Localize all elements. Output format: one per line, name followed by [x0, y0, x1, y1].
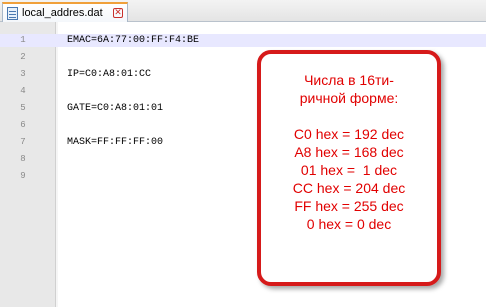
hex-conversion-callout: Числа в 16ти- ричной форме: C0 hex = 192…: [257, 50, 441, 286]
conversion-row: C0 hex = 192 dec: [293, 126, 405, 142]
tab-bar: local_addres.dat ✕: [0, 0, 486, 22]
line-number: 3: [20, 69, 26, 79]
conversion-row: FF hex = 255 dec: [294, 198, 404, 214]
callout-title-line-2: ричной форме:: [299, 90, 399, 106]
line-number: 4: [20, 86, 26, 96]
conversion-row: 0 hex = 0 dec: [306, 216, 392, 232]
tab-local-addres[interactable]: local_addres.dat ✕: [2, 2, 128, 22]
line-number: 5: [20, 103, 26, 113]
conversion-row: 01 hex = 1 dec: [300, 162, 398, 178]
line-number: 8: [20, 154, 26, 164]
tab-label: local_addres.dat: [22, 7, 103, 19]
callout-spacer: [261, 107, 437, 125]
close-icon[interactable]: ✕: [113, 8, 123, 18]
conversion-row: CC hex = 204 dec: [292, 180, 406, 196]
callout-title-line-1: Числа в 16ти-: [304, 72, 394, 88]
line-text: GATE=C0:A8:01:01: [67, 103, 164, 114]
line-text: MASK=FF:FF:FF:00: [67, 137, 164, 148]
line-text: IP=C0:A8:01:CC: [67, 69, 152, 80]
line-text: EMAC=6A:77:00:FF:F4:BE: [67, 35, 200, 46]
conversion-row: A8 hex = 168 dec: [294, 144, 404, 160]
line-number: 2: [20, 52, 26, 62]
line-number: 1: [20, 35, 26, 45]
line-number: 7: [20, 137, 26, 147]
line-number: 9: [20, 171, 26, 181]
file-icon: [7, 6, 18, 20]
editor-line[interactable]: 1 EMAC=6A:77:00:FF:F4:BE: [0, 34, 486, 47]
line-number: 6: [20, 120, 26, 130]
